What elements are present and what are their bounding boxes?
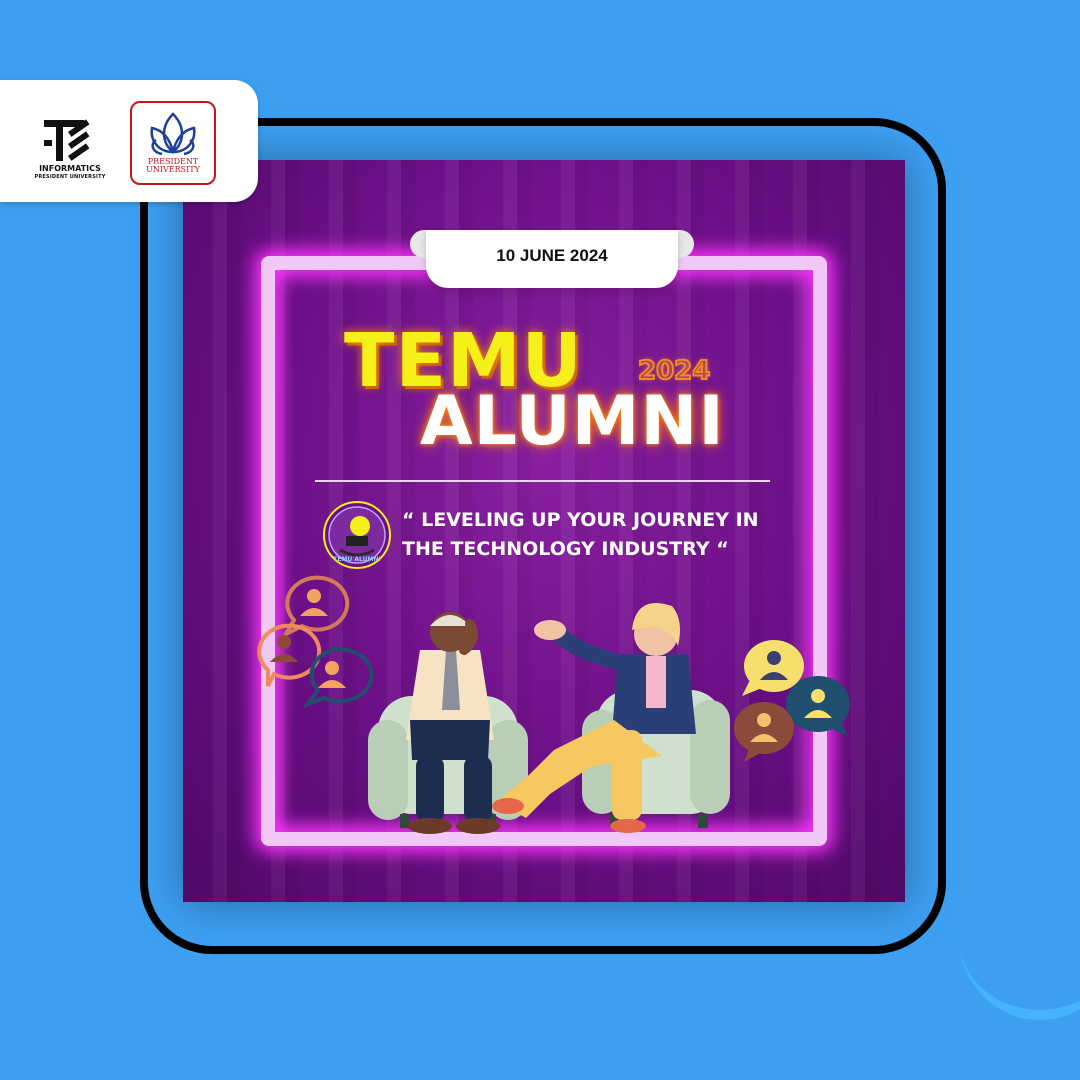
seated-woman-illustration <box>492 603 730 833</box>
event-tagline: “ LEVELING UP YOUR JOURNEY IN THE TECHNO… <box>402 506 802 564</box>
decorative-arc <box>960 930 1080 1020</box>
university-label: UNIVERSITY <box>146 165 200 174</box>
informatics-label: INFORMATICS <box>39 164 101 173</box>
badge-label: TEMU ALUMNI <box>333 556 380 563</box>
informatics-caption: INFORMATICS PRESIDENT UNIVERSITY <box>30 164 110 182</box>
event-date: 10 JUNE 2024 <box>496 246 608 265</box>
speech-bubble-icon <box>734 702 794 762</box>
title-divider <box>315 480 770 482</box>
date-ribbon: 10 JUNE 2024 <box>410 230 694 288</box>
speech-bubble-icon <box>302 647 374 709</box>
temu-alumni-badge-icon: TEMU ALUMNI <box>323 501 391 569</box>
informatics-sublabel: PRESIDENT UNIVERSITY <box>34 174 106 180</box>
lotus-icon <box>150 112 196 156</box>
tagline-line-2: THE TECHNOLOGY INDUSTRY “ <box>402 538 729 560</box>
speech-bubble-icon <box>786 676 850 736</box>
conversation-illustration <box>257 575 850 834</box>
tagline-line-1: “ LEVELING UP YOUR JOURNEY IN <box>402 509 759 531</box>
president-university-caption: PRESIDENT UNIVERSITY <box>130 158 216 174</box>
title-alumni: ALUMNI <box>420 382 725 461</box>
